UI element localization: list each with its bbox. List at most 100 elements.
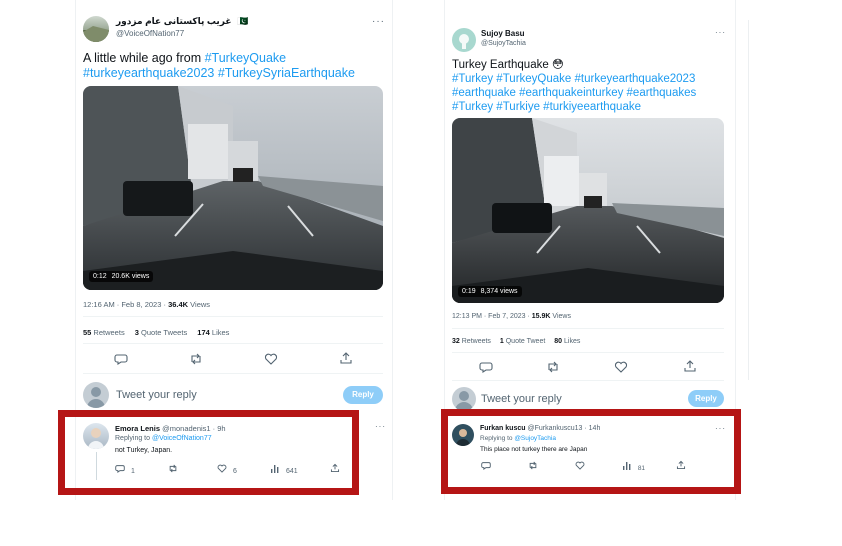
left-commenter-avatar[interactable] [83,423,109,449]
left-author-handle[interactable]: @VoiceOfNation77 [116,29,184,38]
left-retweets-stat[interactable]: 55 Retweets [83,328,125,337]
left-quotes-label: Quote Tweets [138,328,188,337]
default-user-icon [87,387,105,408]
left-likes-count: 174 [197,328,210,337]
left-comment-like-action[interactable]: 6 [217,464,237,475]
left-reply-icon[interactable] [114,353,128,365]
right-video-time: 0:19 [462,288,476,295]
left-video-duration-badge: 0:12 20.6K views [89,271,154,282]
right-hashtags-line3[interactable]: #Turkey #Turkiye #turkiyeearthquake [452,100,641,114]
right-comment-share-icon[interactable] [676,460,686,470]
default-user-icon [455,391,473,411]
left-commenter-name[interactable]: Emora Lenis [115,424,160,433]
right-retweet-icon[interactable] [546,361,560,373]
right-quotes-stat[interactable]: 1 Quote Tweet [500,338,545,345]
right-divider-2 [452,352,724,353]
left-retweets-label: Retweets [91,328,125,337]
left-likes-label: Likes [209,328,230,337]
left-video-player[interactable]: 0:12 20.6K views [83,86,383,290]
right-likes-count: 80 [554,338,563,345]
left-author-name[interactable]: غریب پاکستانی عام مزدور 🇵🇰 [116,16,248,27]
right-comment-views-action[interactable]: 81 [622,461,645,472]
right-hashtags-line1[interactable]: #Turkey #TurkeyQuake #turkeyearthquake20… [452,72,695,86]
left-my-avatar[interactable] [83,382,109,408]
left-quotes-stat[interactable]: 3 Quote Tweets [135,328,187,337]
person-photo-icon [88,428,104,449]
left-tweet-text-line1: A little while ago from #TurkeyQuake [83,51,286,65]
right-hashtags-line2[interactable]: #earthquake #earthquakeinturkey #earthqu… [452,86,696,100]
right-comment-like-icon[interactable] [575,461,585,470]
right-reply-icon[interactable] [479,361,493,373]
right-quotes-label: Quote Tweet [503,338,546,345]
left-video-thumbnail [83,86,383,290]
right-share-icon[interactable] [683,360,697,372]
left-video-time: 0:12 [93,273,107,280]
right-comment-views-count: 81 [637,465,646,472]
right-author-avatar[interactable] [452,28,476,52]
left-likes-stat[interactable]: 174 Likes [197,328,229,337]
pakistan-flag-icon: 🇵🇰 [237,16,249,26]
landscape-icon [83,26,109,42]
right-retweets-label: Retweets [459,338,491,345]
right-video-thumbnail [452,118,724,303]
right-comment-reply-icon[interactable] [481,461,491,470]
left-comment-reply-action[interactable]: 1 [115,464,135,475]
right-comment-text: This place not turkey there are Japan [480,446,588,453]
right-my-avatar[interactable] [452,387,476,411]
right-divider-1 [452,328,724,329]
right-commenter-handle[interactable]: @Furkankuscu13 · 14h [527,425,600,432]
right-commenter-avatar[interactable] [452,424,474,446]
left-comment-reply-count: 1 [130,468,135,475]
right-video-player[interactable]: 0:19 8,374 views [452,118,724,303]
right-replying-prefix: Replying to [480,435,515,442]
right-comment-more-button[interactable]: ··· [715,424,726,433]
right-retweets-stat[interactable]: 32 Retweets [452,338,491,345]
person-photo-icon [456,429,470,446]
right-reply-input[interactable]: Tweet your reply [481,393,562,405]
left-comment-share-icon[interactable] [330,463,340,473]
left-tweet-text: A little while ago from [83,51,202,65]
left-comment-retweet-icon[interactable] [168,464,178,473]
left-comment-views-action[interactable]: 641 [270,464,298,475]
right-views-label: Views [550,313,571,320]
right-likes-stat[interactable]: 80 Likes [554,338,580,345]
left-reply-input[interactable]: Tweet your reply [116,389,197,401]
left-replying-to: Replying to @VoiceOfNation77 [115,435,212,442]
right-retweets-count: 32 [452,338,460,345]
left-hashtag-link[interactable]: #TurkeyQuake [205,51,287,65]
right-tweet-stats: 32 Retweets 1 Quote Tweet 80 Likes [452,338,580,345]
left-commenter-header: Emora Lenis @monadenis1 · 9h [115,424,226,433]
left-thread-line [96,452,97,480]
right-video-views: 8,374 views [480,288,518,295]
left-hashtags-line2[interactable]: #turkeyearthquake2023 #TurkeySyriaEarthq… [83,66,355,80]
left-reply-button[interactable]: Reply [343,386,383,404]
left-retweet-icon[interactable] [189,353,203,365]
right-timestamp[interactable]: 12:13 PM · Feb 7, 2023 · [452,313,532,320]
right-reply-button[interactable]: Reply [688,390,724,407]
right-more-options-button[interactable]: ··· [715,28,726,37]
left-highlight-box [58,410,359,495]
right-like-icon[interactable] [614,361,628,373]
right-replying-handle-link[interactable]: @SujoyTachia [514,435,556,442]
left-comment-more-button[interactable]: ··· [375,422,386,431]
left-tweet-meta: 12:16 AM · Feb 8, 2023 · 36.4K Views [83,300,210,309]
left-views-label: Views [188,300,211,309]
left-divider-1 [83,316,383,317]
left-commenter-handle[interactable]: @monadenis1 · 9h [162,424,225,433]
left-tweet-stats: 55 Retweets 3 Quote Tweets 174 Likes [83,328,229,337]
left-author-avatar[interactable] [83,16,109,42]
left-replying-handle-link[interactable]: @VoiceOfNation77 [152,435,212,442]
left-comment-views-count: 641 [285,468,298,475]
right-comment-retweet-icon[interactable] [528,461,538,470]
left-share-icon[interactable] [339,352,353,364]
left-more-options-button[interactable]: ··· [372,16,385,27]
left-like-icon[interactable] [264,353,278,365]
right-author-name[interactable]: Sujoy Basu [481,29,525,38]
right-author-handle[interactable]: @SujoyTachia [481,40,526,47]
right-commenter-name[interactable]: Furkan kuscu [480,425,526,432]
right-views-count: 15.9K [531,313,551,320]
left-author-name-text[interactable]: غریب پاکستانی عام مزدور [116,16,232,26]
left-replying-prefix: Replying to [115,435,152,442]
left-comment-views-icon [271,465,279,473]
left-timestamp[interactable]: 12:16 AM · Feb 8, 2023 · [83,300,168,309]
